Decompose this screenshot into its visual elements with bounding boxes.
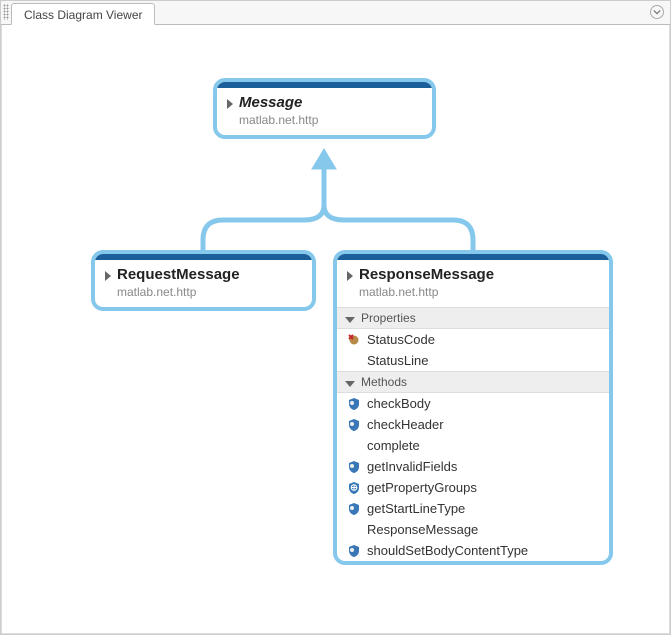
blank-icon <box>347 354 361 368</box>
node-header: Message matlab.net.http <box>217 88 432 135</box>
member-row[interactable]: StatusCode <box>337 329 609 350</box>
node-header: ResponseMessage matlab.net.http <box>337 260 609 307</box>
node-title-block: Message matlab.net.http <box>239 94 318 127</box>
member-name: checkHeader <box>367 417 444 432</box>
member-name: checkBody <box>367 396 431 411</box>
drag-handle[interactable] <box>3 4 9 20</box>
methods-list: checkBody checkHeader complete getInvalidFi… <box>337 393 609 561</box>
method-shield-icon <box>347 418 361 432</box>
member-row[interactable]: getInvalidFields <box>337 456 609 477</box>
class-package: matlab.net.http <box>239 113 318 127</box>
class-package: matlab.net.http <box>359 285 494 299</box>
tab-menu-button[interactable] <box>650 5 664 19</box>
method-globe-icon <box>347 481 361 495</box>
blank-icon <box>347 523 361 537</box>
method-shield-icon <box>347 502 361 516</box>
node-title-block: RequestMessage matlab.net.http <box>117 266 240 299</box>
member-name: complete <box>367 438 420 453</box>
node-header: RequestMessage matlab.net.http <box>95 260 312 307</box>
class-name: Message <box>239 94 318 111</box>
tab-label: Class Diagram Viewer <box>24 8 142 22</box>
member-name: StatusLine <box>367 353 428 368</box>
collapse-caret-icon <box>345 317 355 323</box>
member-row[interactable]: getPropertyGroups <box>337 477 609 498</box>
section-label: Properties <box>361 311 416 325</box>
prop-nonpublic-icon <box>347 333 361 347</box>
expand-caret-icon[interactable] <box>347 271 353 281</box>
member-row[interactable]: shouldSetBodyContentType <box>337 540 609 561</box>
class-name: ResponseMessage <box>359 266 494 283</box>
member-name: shouldSetBodyContentType <box>367 543 528 558</box>
section-header-methods[interactable]: Methods <box>337 371 609 393</box>
class-node-message[interactable]: Message matlab.net.http <box>213 78 436 139</box>
section-header-properties[interactable]: Properties <box>337 307 609 329</box>
class-package: matlab.net.http <box>117 285 240 299</box>
member-row[interactable]: checkHeader <box>337 414 609 435</box>
method-shield-icon <box>347 544 361 558</box>
chevron-down-icon <box>653 8 661 16</box>
member-row[interactable]: getStartLineType <box>337 498 609 519</box>
member-row[interactable]: ResponseMessage <box>337 519 609 540</box>
tab-class-diagram-viewer[interactable]: Class Diagram Viewer <box>11 3 155 25</box>
section-label: Methods <box>361 375 407 389</box>
expand-caret-icon[interactable] <box>105 271 111 281</box>
collapse-caret-icon <box>345 381 355 387</box>
tab-strip: Class Diagram Viewer <box>1 1 670 25</box>
class-name: RequestMessage <box>117 266 240 283</box>
member-row[interactable]: checkBody <box>337 393 609 414</box>
method-shield-icon <box>347 460 361 474</box>
member-name: getPropertyGroups <box>367 480 477 495</box>
member-row[interactable]: StatusLine <box>337 350 609 371</box>
class-node-response-message[interactable]: ResponseMessage matlab.net.http Properti… <box>333 250 613 565</box>
node-title-block: ResponseMessage matlab.net.http <box>359 266 494 299</box>
member-name: getStartLineType <box>367 501 465 516</box>
member-name: ResponseMessage <box>367 522 478 537</box>
blank-icon <box>347 439 361 453</box>
properties-list: StatusCode StatusLine <box>337 329 609 371</box>
diagram-canvas[interactable]: Message matlab.net.http RequestMessage m… <box>1 25 670 634</box>
member-row[interactable]: complete <box>337 435 609 456</box>
method-shield-icon <box>347 397 361 411</box>
member-name: StatusCode <box>367 332 435 347</box>
class-node-request-message[interactable]: RequestMessage matlab.net.http <box>91 250 316 311</box>
member-name: getInvalidFields <box>367 459 457 474</box>
expand-caret-icon[interactable] <box>227 99 233 109</box>
